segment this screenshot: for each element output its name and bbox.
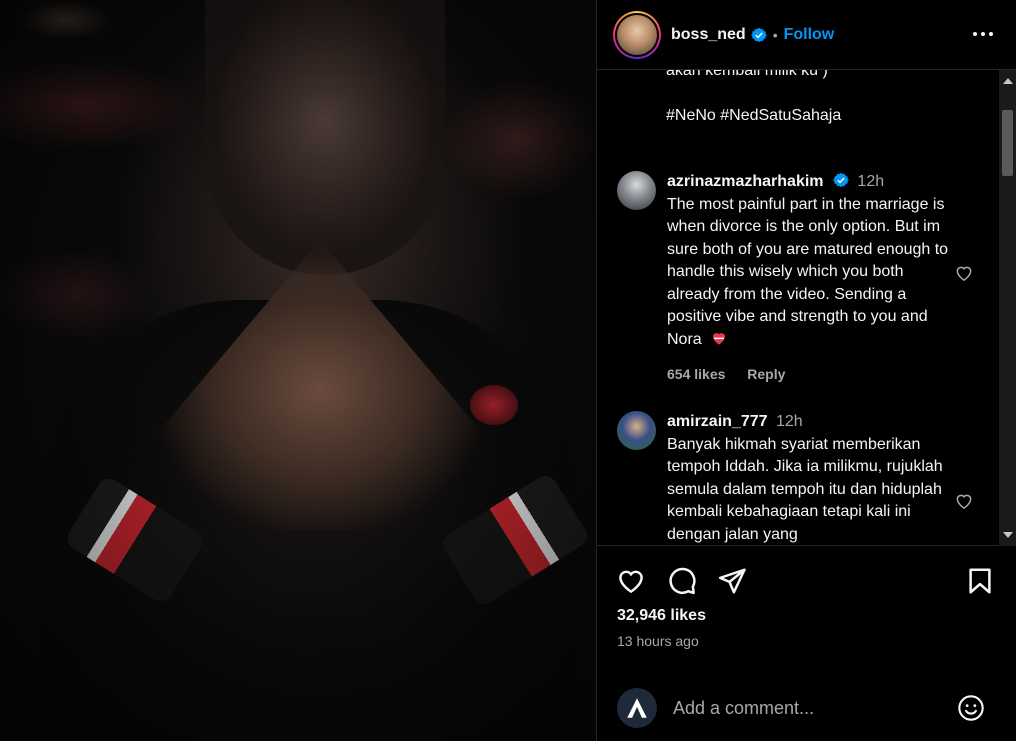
- user-logo-icon: [627, 698, 647, 718]
- share-paper-plane-icon[interactable]: [717, 566, 747, 596]
- comment-time[interactable]: 12h: [776, 413, 803, 430]
- scroll-down-arrow-icon[interactable]: [1003, 532, 1013, 538]
- comment-username[interactable]: azrinazmazharhakim: [667, 173, 824, 190]
- comment-text: The most painful part in the marriage is…: [667, 195, 949, 348]
- more-options-icon[interactable]: [971, 22, 995, 46]
- post-image[interactable]: [0, 0, 596, 741]
- comments-scrollbar[interactable]: [999, 70, 1016, 546]
- post-username[interactable]: boss_ned: [671, 26, 746, 44]
- post-actions: 32,946 likes 13 hours ago: [597, 546, 1016, 741]
- current-user-avatar[interactable]: [617, 688, 657, 728]
- photo-vignette: [0, 0, 596, 741]
- verified-badge-icon: [750, 27, 767, 42]
- scrollbar-thumb[interactable]: [1002, 110, 1013, 176]
- post-likes-count[interactable]: 32,946 likes: [617, 607, 706, 625]
- post-header: boss_ned • Follow: [597, 0, 1016, 70]
- separator-dot: •: [772, 26, 778, 43]
- comment-username[interactable]: amirzain_777: [667, 413, 768, 430]
- save-bookmark-icon[interactable]: [965, 566, 995, 596]
- comment-time[interactable]: 12h: [857, 173, 884, 190]
- post-detail-panel: boss_ned • Follow akan kembali milik ku …: [596, 0, 1016, 741]
- avatar[interactable]: [617, 14, 657, 55]
- comments-list[interactable]: akan kembali milik ku ) #NeNo #NedSatuSa…: [597, 70, 1016, 546]
- scroll-up-arrow-icon[interactable]: [1003, 78, 1013, 84]
- like-heart-icon[interactable]: [616, 566, 646, 596]
- caption-hashtags[interactable]: #NeNo #NedSatuSahaja: [666, 105, 966, 128]
- comment-bubble-icon[interactable]: [667, 566, 697, 596]
- like-comment-icon[interactable]: [954, 263, 974, 283]
- story-ring[interactable]: [613, 10, 661, 59]
- commenter-avatar[interactable]: [617, 411, 656, 450]
- add-comment-row: [597, 681, 1016, 741]
- caption-text: akan kembali milik ku ) #NeNo #NedSatuSa…: [666, 70, 966, 150]
- comment-text: Banyak hikmah syariat memberikan tempoh …: [667, 435, 943, 543]
- follow-button[interactable]: Follow: [784, 26, 835, 44]
- post-timestamp[interactable]: 13 hours ago: [617, 633, 699, 649]
- heart-emoji-icon: [713, 332, 726, 345]
- caption-line: akan kembali milik ku ): [666, 70, 828, 79]
- comment-likes[interactable]: 654 likes: [667, 366, 725, 382]
- verified-badge-icon: [832, 172, 849, 188]
- emoji-picker-icon[interactable]: [957, 694, 985, 722]
- reply-button[interactable]: Reply: [747, 366, 785, 382]
- add-comment-input[interactable]: [673, 696, 933, 720]
- like-comment-icon[interactable]: [954, 491, 974, 511]
- commenter-avatar[interactable]: [617, 171, 656, 210]
